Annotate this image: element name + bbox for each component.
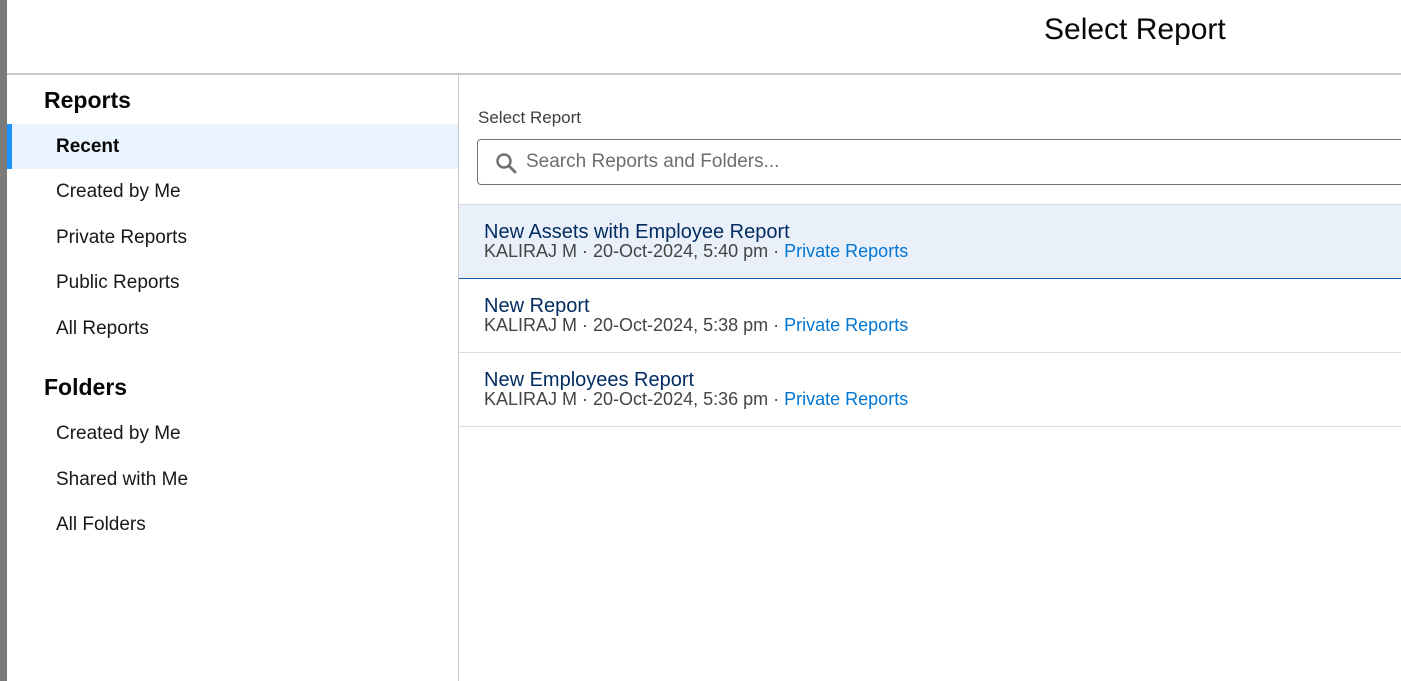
report-date: 20-Oct-2024, 5:36 pm <box>593 389 769 409</box>
sidebar: Reports Recent Created by Me Private Rep… <box>7 75 459 681</box>
sidebar-item-reports-created-by-me[interactable]: Created by Me <box>7 169 458 214</box>
report-owner: KALIRAJ M <box>484 315 578 335</box>
report-owner: KALIRAJ M <box>484 389 578 409</box>
separator: · <box>577 315 594 335</box>
sidebar-item-private-reports[interactable]: Private Reports <box>7 215 458 260</box>
list-item[interactable]: New Assets with Employee Report KALIRAJ … <box>459 205 1401 279</box>
separator: · <box>577 241 594 261</box>
sidebar-item-folders-created-by-me[interactable]: Created by Me <box>7 411 458 456</box>
main-panel: Select Report New Assets with Employee R… <box>459 75 1401 681</box>
report-meta: KALIRAJ M · 20-Oct-2024, 5:40 pm · Priva… <box>484 241 908 261</box>
sidebar-item-label: Created by Me <box>56 181 181 202</box>
report-title[interactable]: New Report <box>484 295 590 317</box>
select-report-modal: Select Report Reports Recent Created by … <box>7 0 1401 681</box>
sidebar-item-all-folders[interactable]: All Folders <box>7 502 458 547</box>
report-meta: KALIRAJ M · 20-Oct-2024, 5:38 pm · Priva… <box>484 315 908 335</box>
separator: · <box>768 241 785 261</box>
report-meta: KALIRAJ M · 20-Oct-2024, 5:36 pm · Priva… <box>484 389 908 409</box>
sidebar-item-label: Public Reports <box>56 272 180 293</box>
sidebar-item-all-reports[interactable]: All Reports <box>7 306 458 351</box>
sidebar-item-shared-with-me[interactable]: Shared with Me <box>7 457 458 502</box>
sidebar-item-label: Private Reports <box>56 227 187 248</box>
modal-header: Select Report <box>7 0 1401 75</box>
sidebar-item-public-reports[interactable]: Public Reports <box>7 260 458 305</box>
search-box[interactable] <box>477 139 1401 185</box>
separator: · <box>768 389 785 409</box>
report-date: 20-Oct-2024, 5:38 pm <box>593 315 769 335</box>
report-title[interactable]: New Employees Report <box>484 369 694 391</box>
sidebar-item-recent[interactable]: Recent <box>7 124 458 169</box>
background-edge <box>0 0 7 681</box>
separator: · <box>577 389 594 409</box>
report-folder-link[interactable]: Private Reports <box>784 241 908 261</box>
folders-heading: Folders <box>44 374 128 400</box>
search-field-label: Select Report <box>478 108 581 127</box>
sidebar-item-label: Created by Me <box>56 423 181 444</box>
report-folder-link[interactable]: Private Reports <box>784 315 908 335</box>
modal-title: Select Report <box>1044 13 1226 46</box>
list-item[interactable]: New Employees Report KALIRAJ M · 20-Oct-… <box>459 353 1401 427</box>
search-input[interactable] <box>526 140 1401 184</box>
list-item[interactable]: New Report KALIRAJ M · 20-Oct-2024, 5:38… <box>459 279 1401 353</box>
report-owner: KALIRAJ M <box>484 241 578 261</box>
search-icon <box>496 153 517 174</box>
report-folder-link[interactable]: Private Reports <box>784 389 908 409</box>
sidebar-item-label: All Reports <box>56 318 149 339</box>
report-title[interactable]: New Assets with Employee Report <box>484 221 790 243</box>
sidebar-item-label: Recent <box>56 136 120 157</box>
sidebar-item-label: All Folders <box>56 514 146 535</box>
reports-heading: Reports <box>44 87 131 113</box>
results-list: New Assets with Employee Report KALIRAJ … <box>459 204 1401 427</box>
separator: · <box>768 315 785 335</box>
report-date: 20-Oct-2024, 5:40 pm <box>593 241 769 261</box>
sidebar-item-label: Shared with Me <box>56 469 189 490</box>
